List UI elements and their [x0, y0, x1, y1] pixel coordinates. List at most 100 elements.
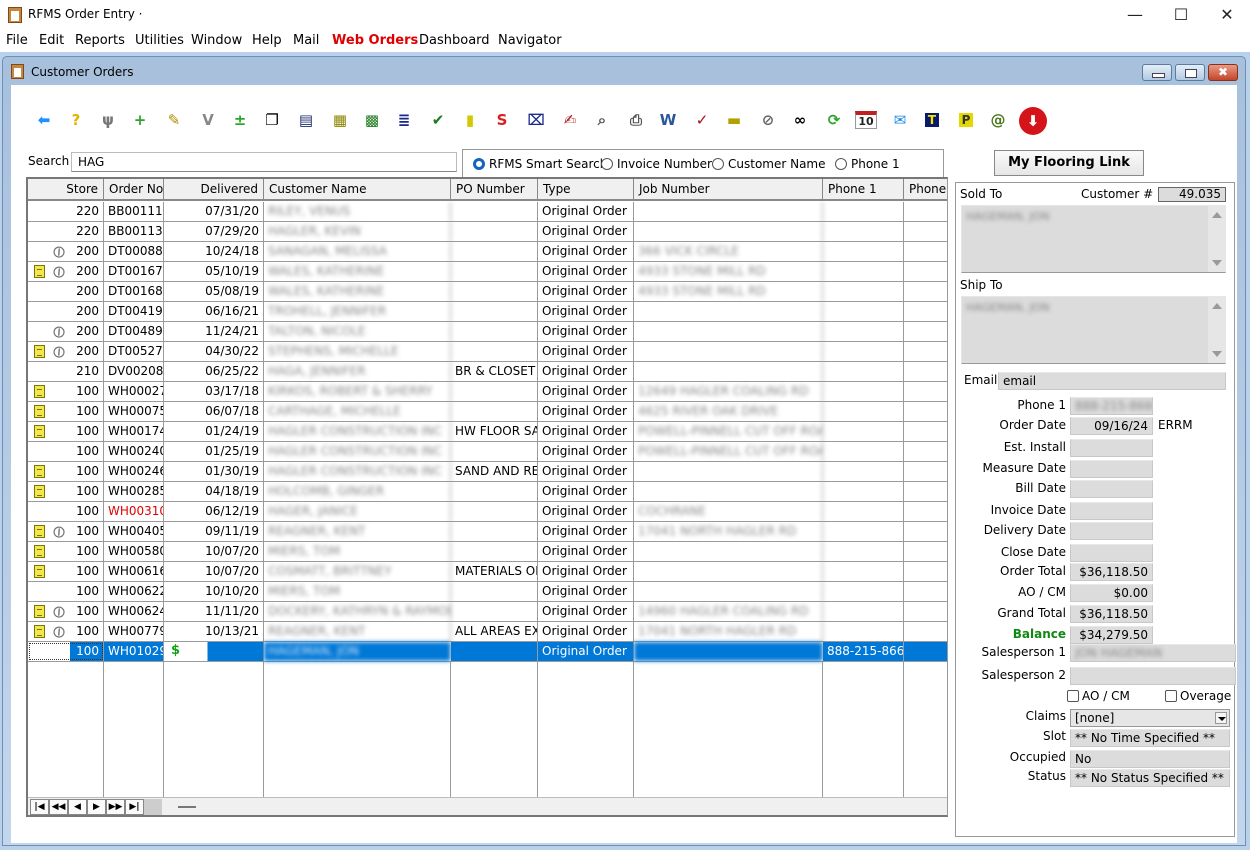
table-row[interactable]: 100WH00240001/25/19HAGLER CONSTRUCTION I… — [28, 442, 947, 462]
column-header-order-no[interactable]: Order No — [104, 179, 164, 200]
child-restore-button[interactable] — [1175, 64, 1205, 81]
scroll-up-icon[interactable] — [1212, 212, 1222, 218]
menu-file[interactable]: File — [6, 33, 28, 48]
close-button[interactable]: ✕ — [1204, 2, 1250, 28]
table-row[interactable]: 100WH00246001/30/19HAGLER CONSTRUCTION I… — [28, 462, 947, 482]
table-row[interactable]: 100WH00310006/12/19HAGER, JANICE Original… — [28, 502, 947, 522]
column-header-phone-2[interactable]: Phone 2 — [904, 179, 947, 200]
child-minimize-button[interactable] — [1142, 64, 1172, 81]
ship-to-scrollbar[interactable] — [1208, 297, 1225, 363]
nav-first-button[interactable]: |◀ — [30, 799, 49, 815]
note-icon[interactable] — [34, 605, 45, 618]
search-input[interactable] — [71, 152, 457, 172]
radio-customer-name[interactable]: Customer Name — [712, 157, 826, 171]
print-button[interactable]: ⎙ — [623, 107, 649, 133]
menu-reports[interactable]: Reports — [75, 33, 125, 48]
nav-last-button[interactable]: ▶| — [125, 799, 144, 815]
maximize-button[interactable]: ☐ — [1158, 2, 1204, 28]
new-order-button[interactable]: + — [127, 107, 153, 133]
table-row[interactable]: 200DT00167405/10/19WALES, KATHERINEOrigi… — [28, 260, 947, 285]
minimize-button[interactable]: — — [1112, 2, 1158, 28]
overage-checkbox[interactable]: Overage — [1165, 689, 1231, 703]
column-header-job-number[interactable]: Job Number — [634, 179, 823, 200]
table-row[interactable]: 100WH00622010/10/20MIERS, TOM Original Or… — [28, 582, 947, 602]
sold-to-address-box[interactable]: HAGEMAN, JON — [961, 205, 1226, 273]
note-icon[interactable] — [34, 265, 45, 278]
note-icon[interactable] — [34, 525, 45, 538]
void-order-button[interactable]: V — [195, 107, 221, 133]
note-button[interactable]: ▮ — [457, 107, 483, 133]
salesperson-1-field[interactable]: JON HAGEMAN — [1070, 644, 1236, 662]
note-icon[interactable] — [34, 345, 45, 358]
menu-dashboard[interactable]: Dashboard — [419, 33, 490, 48]
table-row[interactable]: 220BB00113707/29/20HAGLER, KEVIN Original… — [28, 222, 947, 242]
menu-navigator[interactable]: Navigator — [498, 33, 562, 48]
claims-dropdown[interactable]: [none] — [1070, 709, 1230, 727]
table-row[interactable]: 100WH00174001/24/19HAGLER CONSTRUCTION I… — [28, 422, 947, 442]
note-icon[interactable] — [34, 485, 45, 498]
back-arrow-button[interactable]: ⬅ — [31, 107, 57, 133]
scroll-up-icon[interactable] — [1212, 303, 1222, 309]
ao-cm-checkbox[interactable]: AO / CM — [1067, 689, 1130, 703]
table-row[interactable]: 200DT00489511/24/21TALTON, NICOLEOrigina… — [28, 320, 947, 345]
email-field[interactable]: email — [998, 372, 1226, 390]
scroll-down-icon[interactable] — [1212, 260, 1222, 266]
table-row[interactable]: 100WH00624511/11/20DOCKERY, KATHRYN & RA… — [28, 600, 947, 625]
due-button[interactable]: ✓ — [689, 107, 715, 133]
table-row[interactable]: 100WH00580710/07/20MIERS, TOMOriginal Or… — [28, 542, 947, 562]
receipt-button[interactable]: ≣ — [391, 107, 417, 133]
note-icon[interactable] — [34, 425, 45, 438]
note-icon[interactable] — [34, 385, 45, 398]
exit-button[interactable]: ⬇ — [1019, 107, 1047, 135]
windows-button[interactable]: ▤ — [293, 107, 319, 133]
contacts-button[interactable]: @ — [985, 107, 1011, 133]
table-row[interactable]: 100WH00779910/13/21REAGNER, KENTALL AREA… — [28, 620, 947, 645]
column-header-type[interactable]: Type — [538, 179, 634, 200]
ship-to-address-box[interactable]: HAGEMAN, JON — [961, 296, 1226, 364]
p-button[interactable]: P — [953, 107, 979, 133]
menu-edit[interactable]: Edit — [39, 33, 64, 48]
document-search-button[interactable]: ⌕ — [589, 107, 615, 133]
note-icon[interactable] — [34, 405, 45, 418]
my-flooring-link-button[interactable]: My Flooring Link — [994, 150, 1144, 176]
edit-order-button[interactable]: ✎ — [161, 107, 187, 133]
table-row[interactable]: 220BB00111207/31/20RILEY, VENUS Original … — [28, 202, 947, 222]
t-button[interactable]: T — [919, 107, 945, 133]
ticket-button[interactable]: ▬ — [721, 107, 747, 133]
note-icon[interactable] — [34, 545, 45, 558]
salesperson-2-field[interactable] — [1070, 667, 1236, 685]
nav-next-button[interactable]: ▶ — [87, 799, 106, 815]
refresh-button[interactable]: ⟳ — [821, 107, 847, 133]
column-header-customer-name[interactable]: Customer Name — [264, 179, 451, 200]
table-row[interactable]: 200DT00168405/08/19WALES, KATHERINE Origi… — [28, 282, 947, 302]
nav-prev-button[interactable]: ◀ — [68, 799, 87, 815]
note-icon[interactable] — [34, 625, 45, 638]
word-button[interactable]: W — [655, 107, 681, 133]
column-header-delivered[interactable]: Delivered — [164, 179, 264, 200]
table-row[interactable]: 100WH010290 HAGEMAN, JON Original Order 888… — [28, 642, 947, 662]
menu-utilities[interactable]: Utilities — [135, 33, 184, 48]
table-row[interactable]: 200DT00527804/30/22STEPHENS, MICHELLEOri… — [28, 340, 947, 365]
attachment-button[interactable]: ⊘ — [755, 107, 781, 133]
calendar-button[interactable]: 10 — [853, 107, 879, 133]
table-row[interactable]: 100WH00027703/17/18KIRKOS, ROBERT & SHER… — [28, 382, 947, 402]
table-row[interactable]: 200DT00088510/24/18SANAGAN, MELISSAOrigi… — [28, 240, 947, 265]
tape-measure-button[interactable]: S — [489, 107, 515, 133]
table-row[interactable]: 200DT00419306/16/21TROHELL, JENNIFER Orig… — [28, 302, 947, 322]
column-header-po-number[interactable]: PO Number — [451, 179, 538, 200]
document-sign-button[interactable]: ✍ — [557, 107, 583, 133]
add-remove-button[interactable]: ± — [227, 107, 253, 133]
copy-order-button[interactable]: ❐ — [259, 107, 285, 133]
column-header-store[interactable]: Store — [28, 179, 104, 200]
radio-rfms-smart-search[interactable]: RFMS Smart Search — [473, 157, 607, 171]
money-button[interactable]: ▩ — [359, 107, 385, 133]
radio-phone-1[interactable]: Phone 1 — [835, 157, 900, 171]
chevron-down-icon[interactable] — [1215, 712, 1227, 724]
menu-window[interactable]: Window — [191, 33, 242, 48]
nav-prev-page-button[interactable]: ◀◀ — [49, 799, 68, 815]
table-row[interactable]: 210DV00208406/25/22HAGA, JENNIFERBR & CL… — [28, 362, 947, 382]
table-row[interactable]: 100WH00075206/07/18CARTHAGE, MICHELLEOri… — [28, 402, 947, 422]
mail-button[interactable]: ✉ — [887, 107, 913, 133]
menu-help[interactable]: Help — [252, 33, 282, 48]
column-header-phone-1[interactable]: Phone 1 — [823, 179, 904, 200]
